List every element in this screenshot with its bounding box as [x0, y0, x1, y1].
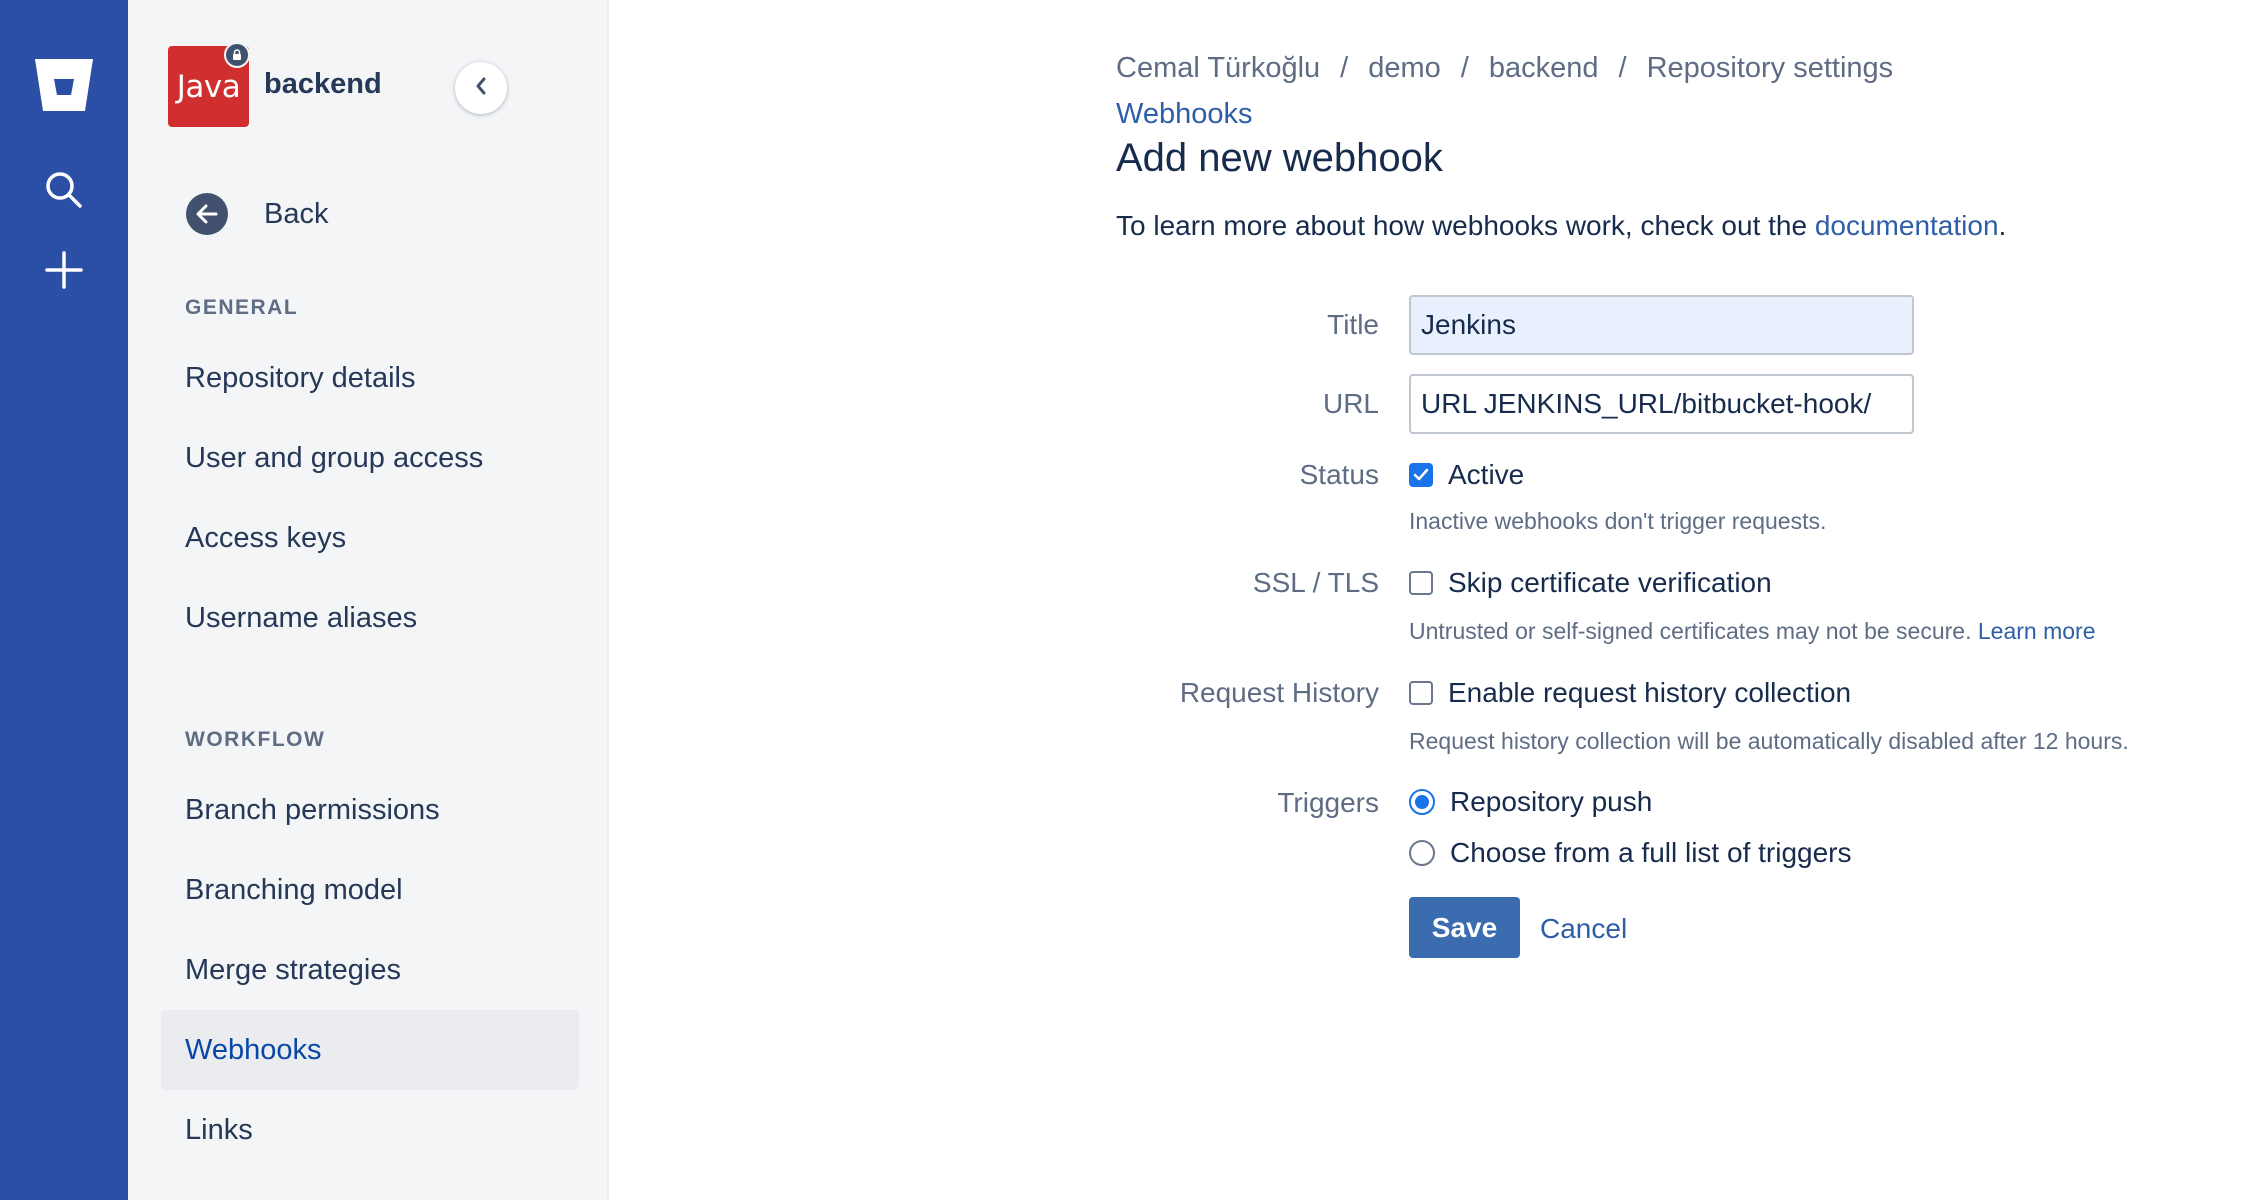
- sidebar-item-webhooks[interactable]: Webhooks: [161, 1010, 579, 1090]
- section-heading-general: GENERAL: [185, 296, 299, 319]
- repository-name[interactable]: backend: [264, 68, 382, 101]
- section-heading-workflow: WORKFLOW: [185, 728, 326, 751]
- sidebar-item-links[interactable]: Links: [161, 1090, 579, 1170]
- breadcrumb-separator: /: [1460, 52, 1469, 84]
- trigger-repository-push-row[interactable]: Repository push: [1409, 786, 1652, 818]
- url-input[interactable]: [1409, 374, 1914, 434]
- sidebar-item-branching-model[interactable]: Branching model: [161, 850, 579, 930]
- request-history-checkbox[interactable]: [1409, 681, 1433, 705]
- sidebar-item-username-aliases[interactable]: Username aliases: [161, 578, 579, 658]
- intro-text-body: To learn more about how webhooks work, c…: [1116, 210, 1815, 241]
- intro-text-end: .: [1998, 210, 2007, 241]
- active-label: Active: [1448, 459, 1525, 490]
- url-label: URL: [1322, 388, 1379, 419]
- status-label: Status: [1299, 459, 1379, 490]
- request-history-row[interactable]: Enable request history collection: [1409, 677, 1851, 709]
- page-title: Add new webhook: [1116, 136, 1443, 180]
- skip-certificate-row[interactable]: Skip certificate verification: [1409, 567, 1772, 599]
- request-history-help-text: Request history collection will be autom…: [1409, 728, 2129, 754]
- arrow-left-icon: [186, 193, 228, 235]
- breadcrumb-separator: /: [1340, 52, 1349, 84]
- repository-push-label: Repository push: [1450, 786, 1653, 817]
- sidebar-item-user-and-group-access[interactable]: User and group access: [161, 418, 579, 498]
- back-button[interactable]: Back: [186, 188, 328, 240]
- repository-avatar[interactable]: Java: [168, 42, 250, 127]
- radio-dot: [1415, 795, 1429, 809]
- plus-icon[interactable]: [0, 240, 128, 300]
- global-navigation: [0, 0, 128, 1200]
- breadcrumb-separator: /: [1618, 52, 1627, 84]
- repository-push-radio[interactable]: [1409, 789, 1435, 815]
- full-list-triggers-label: Choose from a full list of triggers: [1450, 837, 1852, 868]
- breadcrumb-repository-settings[interactable]: Repository settings: [1647, 52, 1894, 85]
- breadcrumb-repository[interactable]: backend: [1489, 52, 1599, 85]
- trigger-full-list-row[interactable]: Choose from a full list of triggers: [1409, 837, 1852, 869]
- intro-text: To learn more about how webhooks work, c…: [1116, 210, 2006, 242]
- triggers-label: Triggers: [1277, 787, 1379, 818]
- ssl-tls-label: SSL / TLS: [1252, 567, 1379, 598]
- save-button[interactable]: Save: [1409, 897, 1520, 958]
- active-checkbox[interactable]: [1409, 463, 1433, 487]
- skip-certificate-label: Skip certificate verification: [1448, 567, 1772, 598]
- title-label: Title: [1327, 309, 1379, 340]
- avatar-text: Java: [176, 68, 241, 105]
- collapse-sidebar-button[interactable]: [455, 62, 507, 114]
- sidebar-item-merge-strategies[interactable]: Merge strategies: [161, 930, 579, 1010]
- lock-icon: [224, 42, 250, 68]
- active-checkbox-row[interactable]: Active: [1409, 459, 1524, 491]
- title-input[interactable]: [1409, 295, 1914, 355]
- skip-certificate-checkbox[interactable]: [1409, 571, 1433, 595]
- breadcrumb-owner[interactable]: Cemal Türkoğlu: [1116, 52, 1320, 85]
- status-help-text: Inactive webhooks don't trigger requests…: [1409, 508, 1827, 534]
- breadcrumb-webhooks[interactable]: Webhooks: [1116, 98, 1253, 131]
- documentation-link[interactable]: documentation: [1815, 210, 1999, 241]
- request-history-label: Request History: [1179, 677, 1379, 708]
- sidebar-item-branch-permissions[interactable]: Branch permissions: [161, 770, 579, 850]
- ssl-help-text: Untrusted or self-signed certificates ma…: [1409, 618, 2096, 645]
- ssl-help-body: Untrusted or self-signed certificates ma…: [1409, 618, 1978, 644]
- breadcrumb-project[interactable]: demo: [1368, 52, 1441, 85]
- chevron-left-icon: [474, 76, 488, 101]
- cancel-button[interactable]: Cancel: [1540, 913, 1627, 945]
- repository-sidebar: Java backend Back GENERAL Repository det…: [128, 0, 609, 1200]
- back-label: Back: [264, 197, 329, 230]
- search-icon[interactable]: [0, 160, 128, 220]
- check-icon: [1413, 468, 1429, 481]
- request-history-option-label: Enable request history collection: [1448, 677, 1852, 708]
- sidebar-item-access-keys[interactable]: Access keys: [161, 498, 579, 578]
- breadcrumb: Cemal Türkoğlu / demo / backend / Reposi…: [1116, 52, 1893, 85]
- bitbucket-logo-icon[interactable]: [0, 50, 128, 120]
- learn-more-link[interactable]: Learn more: [1978, 618, 2096, 644]
- sidebar-item-repository-details[interactable]: Repository details: [161, 338, 579, 418]
- full-list-triggers-radio[interactable]: [1409, 840, 1435, 866]
